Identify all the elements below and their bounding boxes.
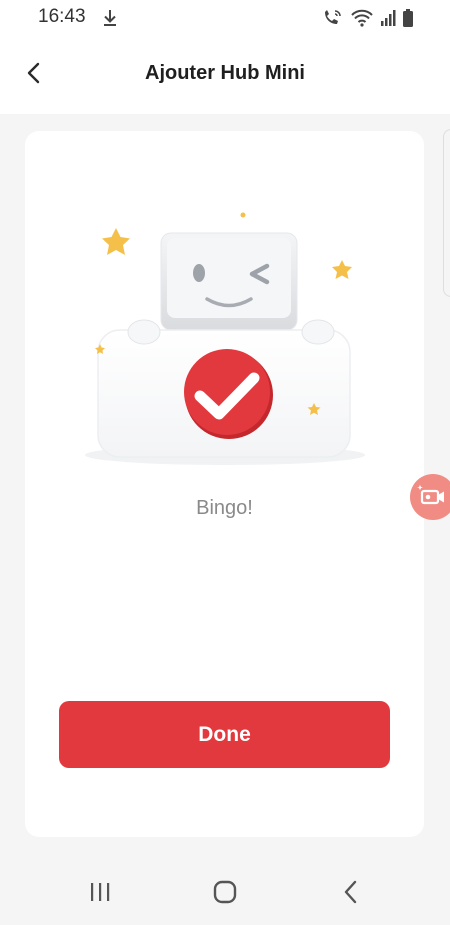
recent-apps-icon — [91, 883, 110, 901]
system-navigation-bar — [0, 858, 450, 925]
download-icon — [104, 10, 116, 26]
home-icon — [213, 880, 237, 904]
star-icon — [102, 228, 130, 255]
app-header: Ajouter Hub Mini — [0, 36, 450, 114]
battery-icon — [403, 9, 413, 27]
star-icon — [332, 260, 352, 279]
page-title: Ajouter Hub Mini — [145, 62, 305, 84]
status-time: 16:43 — [38, 6, 86, 27]
robot-with-checkmark-illustration — [85, 212, 365, 465]
status-bar: 16:43 — [0, 0, 450, 36]
recent-apps-button[interactable] — [80, 872, 120, 912]
screen-record-icon — [417, 485, 444, 505]
screen-record-button[interactable] — [410, 474, 450, 520]
back-icon — [344, 880, 357, 904]
wifi-icon — [351, 9, 373, 27]
home-button[interactable] — [205, 872, 245, 912]
done-button[interactable]: Done — [59, 701, 390, 768]
wifi-calling-icon — [325, 10, 341, 24]
scroll-indicator — [443, 129, 450, 297]
signal-icon — [381, 10, 396, 26]
system-back-button[interactable] — [331, 872, 371, 912]
success-message: Bingo! — [196, 497, 253, 519]
